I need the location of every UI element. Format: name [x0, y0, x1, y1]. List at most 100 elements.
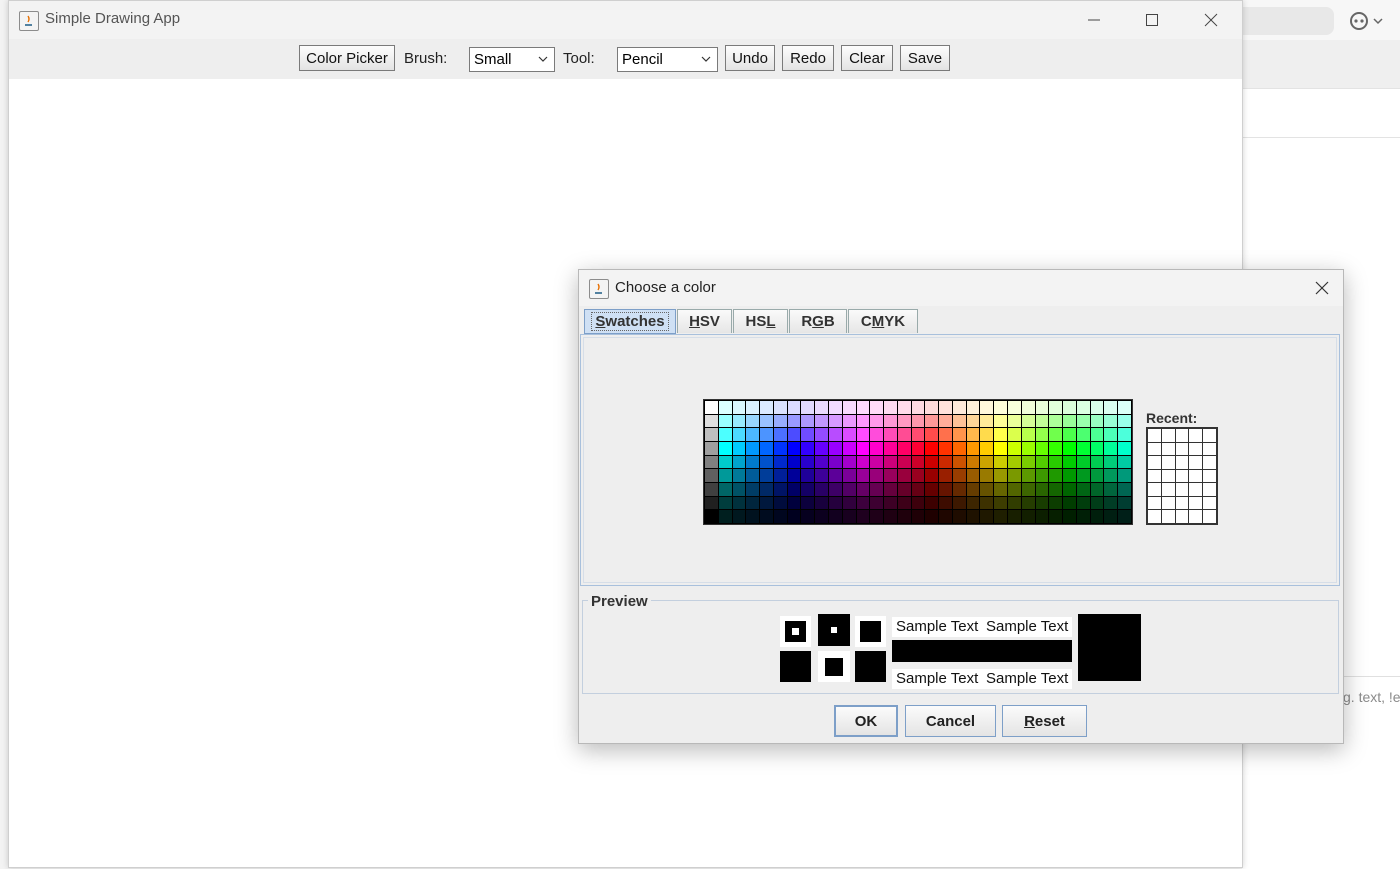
- color-swatch[interactable]: [787, 469, 801, 482]
- color-swatch[interactable]: [994, 510, 1008, 523]
- color-swatch[interactable]: [732, 414, 746, 428]
- color-swatch[interactable]: [1104, 510, 1118, 523]
- recent-swatch[interactable]: [1161, 510, 1175, 523]
- color-swatch[interactable]: [856, 428, 870, 441]
- color-swatch[interactable]: [980, 401, 994, 414]
- color-swatch[interactable]: [732, 510, 746, 523]
- color-swatch[interactable]: [1076, 496, 1090, 510]
- color-swatch[interactable]: [801, 442, 815, 455]
- color-swatch[interactable]: [1021, 442, 1035, 455]
- color-swatch[interactable]: [1090, 428, 1104, 441]
- color-swatch[interactable]: [705, 469, 718, 482]
- recent-swatch[interactable]: [1161, 483, 1175, 496]
- color-swatch[interactable]: [828, 428, 842, 441]
- color-swatch[interactable]: [815, 401, 828, 414]
- color-swatch[interactable]: [1118, 469, 1131, 482]
- color-swatch[interactable]: [1063, 442, 1076, 455]
- color-swatch[interactable]: [1104, 414, 1118, 428]
- color-swatch[interactable]: [994, 401, 1008, 414]
- recent-swatch[interactable]: [1175, 496, 1189, 510]
- color-swatch[interactable]: [856, 496, 870, 510]
- color-swatch[interactable]: [884, 414, 897, 428]
- color-swatch[interactable]: [815, 442, 828, 455]
- recent-swatch[interactable]: [1175, 442, 1189, 456]
- color-swatch[interactable]: [980, 496, 994, 510]
- color-swatch[interactable]: [1008, 469, 1021, 482]
- color-swatch[interactable]: [705, 496, 718, 510]
- color-picker-button[interactable]: Color Picker: [299, 45, 395, 71]
- color-swatch[interactable]: [994, 428, 1008, 441]
- color-swatch[interactable]: [911, 510, 925, 523]
- recent-swatch[interactable]: [1175, 483, 1189, 496]
- color-swatch[interactable]: [1118, 510, 1131, 523]
- color-swatch[interactable]: [870, 469, 884, 482]
- color-swatch[interactable]: [732, 496, 746, 510]
- color-swatch[interactable]: [939, 510, 952, 523]
- color-swatch[interactable]: [952, 510, 966, 523]
- recent-swatch[interactable]: [1203, 496, 1216, 510]
- color-swatch[interactable]: [746, 496, 760, 510]
- recent-swatch[interactable]: [1203, 456, 1216, 469]
- color-swatch[interactable]: [952, 401, 966, 414]
- color-swatch[interactable]: [1049, 414, 1063, 428]
- color-swatch[interactable]: [1076, 483, 1090, 496]
- dialog-close-button[interactable]: [1309, 276, 1335, 300]
- color-swatch[interactable]: [1008, 401, 1021, 414]
- color-swatch[interactable]: [952, 414, 966, 428]
- color-swatch[interactable]: [1090, 414, 1104, 428]
- color-swatch[interactable]: [828, 414, 842, 428]
- recent-swatch[interactable]: [1203, 442, 1216, 456]
- color-swatch[interactable]: [925, 496, 939, 510]
- color-swatch[interactable]: [760, 414, 773, 428]
- color-swatch[interactable]: [966, 455, 980, 469]
- color-swatch[interactable]: [1090, 483, 1104, 496]
- color-swatch[interactable]: [952, 428, 966, 441]
- color-swatch[interactable]: [815, 455, 828, 469]
- color-swatch[interactable]: [773, 414, 787, 428]
- color-swatch[interactable]: [1063, 428, 1076, 441]
- color-swatch[interactable]: [801, 483, 815, 496]
- recent-swatch[interactable]: [1189, 496, 1203, 510]
- color-swatch[interactable]: [897, 442, 911, 455]
- color-swatch[interactable]: [760, 442, 773, 455]
- color-swatch[interactable]: [1104, 455, 1118, 469]
- recent-swatch[interactable]: [1175, 429, 1189, 442]
- color-swatch[interactable]: [870, 401, 884, 414]
- color-swatch[interactable]: [842, 414, 856, 428]
- color-swatch[interactable]: [1035, 401, 1049, 414]
- color-swatch[interactable]: [939, 428, 952, 441]
- color-swatch[interactable]: [828, 442, 842, 455]
- color-swatch[interactable]: [897, 401, 911, 414]
- color-swatch[interactable]: [1063, 469, 1076, 482]
- color-swatch[interactable]: [856, 510, 870, 523]
- color-swatch[interactable]: [773, 401, 787, 414]
- color-swatch[interactable]: [1063, 510, 1076, 523]
- color-swatch[interactable]: [842, 483, 856, 496]
- color-swatch[interactable]: [884, 442, 897, 455]
- recent-swatch[interactable]: [1148, 456, 1161, 469]
- color-swatch[interactable]: [980, 455, 994, 469]
- recent-swatch[interactable]: [1175, 456, 1189, 469]
- color-swatch[interactable]: [773, 510, 787, 523]
- color-swatch[interactable]: [1021, 401, 1035, 414]
- color-swatch[interactable]: [1049, 469, 1063, 482]
- color-swatch[interactable]: [1021, 428, 1035, 441]
- color-swatch[interactable]: [1090, 401, 1104, 414]
- color-swatch[interactable]: [801, 469, 815, 482]
- color-swatch[interactable]: [1090, 510, 1104, 523]
- color-swatch[interactable]: [1063, 401, 1076, 414]
- color-swatch[interactable]: [801, 496, 815, 510]
- color-swatch[interactable]: [718, 510, 732, 523]
- color-swatch[interactable]: [718, 428, 732, 441]
- color-swatch[interactable]: [897, 469, 911, 482]
- color-swatch[interactable]: [1008, 455, 1021, 469]
- color-swatch[interactable]: [732, 469, 746, 482]
- color-swatch[interactable]: [746, 442, 760, 455]
- color-swatch[interactable]: [1104, 469, 1118, 482]
- color-swatch[interactable]: [1021, 510, 1035, 523]
- color-swatch[interactable]: [828, 496, 842, 510]
- color-swatch[interactable]: [952, 483, 966, 496]
- recent-swatch[interactable]: [1161, 496, 1175, 510]
- color-swatch[interactable]: [815, 496, 828, 510]
- color-swatch[interactable]: [705, 455, 718, 469]
